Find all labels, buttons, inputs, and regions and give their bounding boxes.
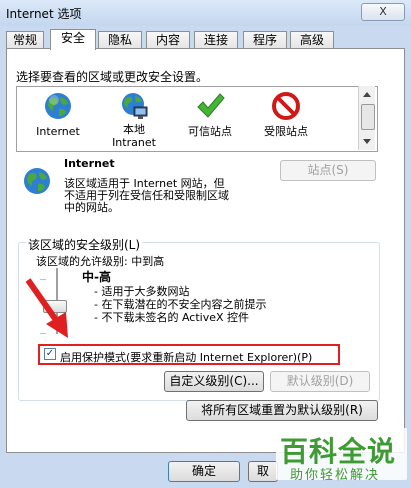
allowed-levels-text: 该区域的允许级别: 中到高 bbox=[36, 255, 165, 268]
protected-mode-label: 启用保护模式(要求重新启动 Internet Explorer)(P) bbox=[60, 351, 313, 364]
reset-all-zones-button[interactable]: 将所有区域重置为默认级别(R) bbox=[186, 400, 378, 421]
tab-advanced[interactable]: 高级 bbox=[290, 31, 334, 49]
watermark-logo: 百科全说 助你轻松解决 bbox=[272, 424, 411, 484]
tab-programs[interactable]: 程序 bbox=[243, 31, 287, 49]
selected-zone-globe-icon bbox=[24, 168, 50, 194]
zone-trusted-sites[interactable]: 可信站点 bbox=[179, 87, 241, 138]
security-level-name: 中-高 bbox=[82, 270, 111, 284]
level-bullet: - 适用于大多数网站 bbox=[94, 285, 190, 298]
zone-restricted-sites[interactable]: 受限站点 bbox=[255, 87, 317, 138]
close-button[interactable]: X bbox=[361, 3, 405, 21]
local-intranet-icon bbox=[122, 93, 148, 119]
close-icon: X bbox=[379, 5, 387, 18]
level-bullet: - 在下载潜在的不安全内容之前提示 bbox=[94, 298, 267, 311]
description-line: 中的网站。 bbox=[64, 201, 119, 214]
globe-icon bbox=[45, 93, 71, 119]
custom-level-button[interactable]: 自定义级别(C)... bbox=[164, 371, 264, 392]
zone-prompt: 选择要查看的区域或更改安全设置。 bbox=[16, 70, 209, 84]
selected-zone-description: 该区域适用于 Internet 网站，但 不适用于列在受信任和受限制区域 中的网… bbox=[64, 178, 229, 214]
title-bar: Internet 选项 X bbox=[0, 0, 411, 26]
scroll-up-icon[interactable] bbox=[363, 92, 371, 97]
window-title: Internet 选项 bbox=[6, 7, 82, 21]
zone-label: 可信站点 bbox=[188, 125, 232, 138]
scroll-down-icon[interactable] bbox=[363, 139, 371, 144]
zone-scrollbar[interactable] bbox=[358, 86, 375, 150]
tab-general[interactable]: 常规 bbox=[6, 31, 44, 49]
zone-label: Internet bbox=[36, 125, 80, 138]
selected-zone-name: Internet bbox=[64, 157, 115, 170]
zone-list: Internet 本地 Intranet 可信站点 受限站点 bbox=[16, 86, 378, 152]
zone-local-intranet[interactable]: 本地 Intranet bbox=[103, 87, 165, 149]
security-level-label: 该区域的安全级别(L) bbox=[26, 236, 143, 253]
red-arrow-annotation-icon bbox=[25, 278, 68, 338]
sites-button[interactable]: 站点(S) bbox=[280, 160, 376, 181]
tab-content[interactable]: 内容 bbox=[146, 31, 190, 49]
tab-connections[interactable]: 连接 bbox=[194, 31, 238, 49]
zone-sublabel: Intranet bbox=[112, 136, 156, 149]
trusted-sites-check-icon bbox=[197, 93, 225, 118]
watermark-sub: 助你轻松解决 bbox=[290, 468, 381, 483]
level-bullet: - 不下载未签名的 ActiveX 控件 bbox=[94, 311, 250, 324]
zone-internet[interactable]: Internet bbox=[27, 87, 89, 138]
protected-mode-checkbox[interactable]: ✓ bbox=[44, 348, 56, 360]
default-level-button[interactable]: 默认级别(D) bbox=[270, 371, 370, 392]
zone-label: 本地 bbox=[123, 123, 145, 136]
scroll-thumb[interactable] bbox=[361, 104, 375, 130]
checkmark-icon: ✓ bbox=[45, 348, 55, 359]
tab-privacy[interactable]: 隐私 bbox=[98, 31, 142, 49]
tab-security[interactable]: 安全 bbox=[50, 29, 96, 50]
ok-button[interactable]: 确定 bbox=[168, 461, 240, 482]
zone-label: 受限站点 bbox=[264, 125, 308, 138]
restricted-sites-no-icon bbox=[272, 92, 300, 120]
